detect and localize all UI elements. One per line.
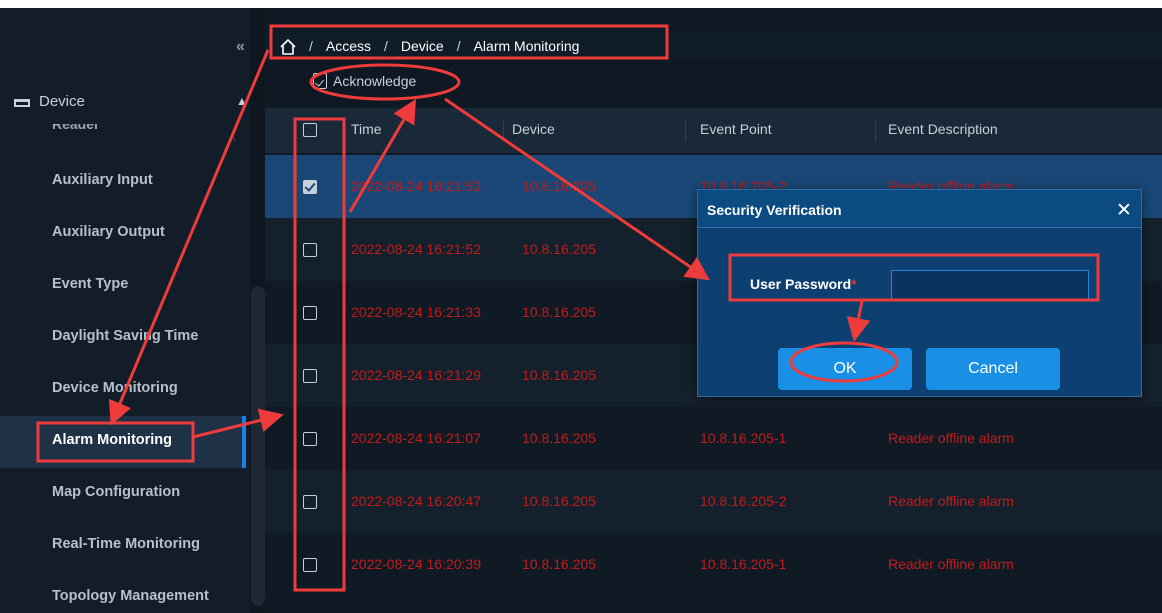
row-checkbox[interactable]: [303, 495, 317, 509]
cell-device: 10.8.16.205: [522, 178, 596, 194]
cell-event-point: 10.8.16.205-1: [700, 556, 787, 572]
cell-device: 10.8.16.205: [522, 493, 596, 509]
cell-time: 2022-08-24 16:20:39: [351, 556, 481, 572]
cell-device: 10.8.16.205: [522, 367, 596, 383]
double-chevron-left-icon[interactable]: «: [236, 38, 245, 56]
cell-time: 2022-08-24 16:21:33: [351, 304, 481, 320]
sidebar-group-label: Device: [39, 93, 85, 110]
ok-button[interactable]: OK: [778, 348, 912, 390]
breadcrumb: / Access / Device / Alarm Monitoring: [279, 33, 579, 59]
sidebar-group-device[interactable]: Device ▲: [0, 80, 250, 124]
required-mark: *: [851, 276, 857, 292]
sidebar-item-label: Alarm Monitoring: [52, 432, 173, 448]
password-label-text: User Password: [750, 276, 852, 292]
sidebar-item-label: Topology Management: [52, 588, 209, 604]
cell-time: 2022-08-24 16:20:47: [351, 493, 481, 509]
select-all-checkbox[interactable]: [303, 123, 317, 137]
table-header: Time Device Event Point Event Descriptio…: [265, 108, 1162, 153]
acknowledge-label: Acknowledge: [333, 73, 417, 89]
breadcrumb-device[interactable]: Device: [401, 38, 444, 54]
toolbar: Acknowledge: [265, 60, 1162, 104]
cell-event-description: Reader offline alarm: [888, 430, 1014, 446]
cancel-button[interactable]: Cancel: [926, 348, 1060, 390]
cell-device: 10.8.16.205: [522, 241, 596, 257]
row-checkbox[interactable]: [303, 558, 317, 572]
breadcrumb-access[interactable]: Access: [326, 38, 371, 54]
sidebar-item-label: Auxiliary Output: [52, 224, 165, 240]
table-row[interactable]: 2022-08-24 16:20:39 10.8.16.205 10.8.16.…: [265, 533, 1162, 596]
cell-time: 2022-08-24 16:21:52: [351, 178, 481, 194]
breadcrumb-separator: /: [384, 38, 388, 54]
dialog-header: Security Verification ✕: [698, 190, 1141, 228]
sidebar-item-label: Daylight Saving Time: [52, 328, 199, 344]
table-row[interactable]: 2022-08-24 16:21:07 10.8.16.205 10.8.16.…: [265, 407, 1162, 470]
sidebar-item-label: Auxiliary Input: [52, 172, 153, 188]
sidebar-item-label: Real-Time Monitoring: [52, 536, 200, 552]
column-header-event-description[interactable]: Event Description: [888, 121, 998, 137]
cell-time: 2022-08-24 16:21:29: [351, 367, 481, 383]
acknowledge-icon: [313, 73, 327, 89]
app-window: « Device ▲ Reader ^ Auxiliary Input Auxi…: [0, 8, 1162, 613]
security-verification-dialog: Security Verification ✕ User Password* O…: [697, 189, 1142, 397]
sidebar-item-label: Event Type: [52, 276, 129, 292]
sidebar-item-auxiliary-input[interactable]: Auxiliary Input: [0, 156, 242, 208]
chevron-up-icon: ▲: [236, 94, 248, 108]
cell-device: 10.8.16.205: [522, 430, 596, 446]
acknowledge-button[interactable]: Acknowledge: [313, 73, 416, 89]
sidebar-item-daylight-saving-time[interactable]: Daylight Saving Time: [0, 312, 242, 364]
row-checkbox[interactable]: [303, 180, 317, 194]
breadcrumb-separator: /: [456, 38, 461, 54]
close-icon[interactable]: ✕: [1116, 199, 1132, 222]
sidebar-item-label: Map Configuration: [52, 484, 181, 500]
sidebar: « Device ▲ Reader ^ Auxiliary Input Auxi…: [0, 8, 250, 613]
table-row[interactable]: 2022-08-24 16:20:47 10.8.16.205 10.8.16.…: [265, 470, 1162, 533]
column-header-time[interactable]: Time: [351, 121, 382, 137]
column-header-event-point[interactable]: Event Point: [700, 121, 772, 137]
cell-device: 10.8.16.205: [522, 304, 596, 320]
cell-event-description: Reader offline alarm: [888, 493, 1014, 509]
cell-device: 10.8.16.205: [522, 556, 596, 572]
dialog-title: Security Verification: [707, 202, 842, 218]
sidebar-item-label: Device Monitoring: [52, 380, 178, 396]
row-checkbox[interactable]: [303, 432, 317, 446]
cell-event-point: 10.8.16.205-1: [700, 430, 787, 446]
sidebar-item-topology-management[interactable]: Topology Management: [0, 572, 242, 613]
row-checkbox[interactable]: [303, 243, 317, 257]
cell-time: 2022-08-24 16:21:07: [351, 430, 481, 446]
sidebar-item-alarm-monitoring[interactable]: Alarm Monitoring: [0, 416, 246, 468]
row-checkbox[interactable]: [303, 369, 317, 383]
password-field[interactable]: [891, 270, 1089, 300]
column-divider: [685, 120, 686, 142]
sidebar-scrollbar[interactable]: [251, 286, 265, 606]
cell-event-point: 10.8.16.205-2: [700, 493, 787, 509]
column-header-device[interactable]: Device: [512, 121, 555, 137]
column-divider: [875, 120, 876, 142]
sidebar-item-event-type[interactable]: Event Type: [0, 260, 242, 312]
breadcrumb-separator: /: [309, 38, 313, 54]
sidebar-item-auxiliary-output[interactable]: Auxiliary Output: [0, 208, 242, 260]
column-divider: [503, 120, 504, 142]
cell-event-description: Reader offline alarm: [888, 556, 1014, 572]
scroll-up-icon[interactable]: ^: [230, 134, 236, 148]
cell-time: 2022-08-24 16:21:52: [351, 241, 481, 257]
device-icon: [14, 99, 30, 107]
sidebar-items: Reader ^ Auxiliary Input Auxiliary Outpu…: [0, 124, 250, 613]
breadcrumb-alarm-monitoring: Alarm Monitoring: [473, 38, 580, 54]
row-checkbox[interactable]: [303, 306, 317, 320]
sidebar-item-reader[interactable]: Reader: [52, 124, 99, 132]
active-indicator: [242, 416, 246, 468]
password-label: User Password*: [750, 276, 857, 292]
home-icon[interactable]: [279, 38, 296, 55]
sidebar-item-map-configuration[interactable]: Map Configuration: [0, 468, 242, 520]
sidebar-item-device-monitoring[interactable]: Device Monitoring: [0, 364, 242, 416]
sidebar-item-real-time-monitoring[interactable]: Real-Time Monitoring: [0, 520, 242, 572]
